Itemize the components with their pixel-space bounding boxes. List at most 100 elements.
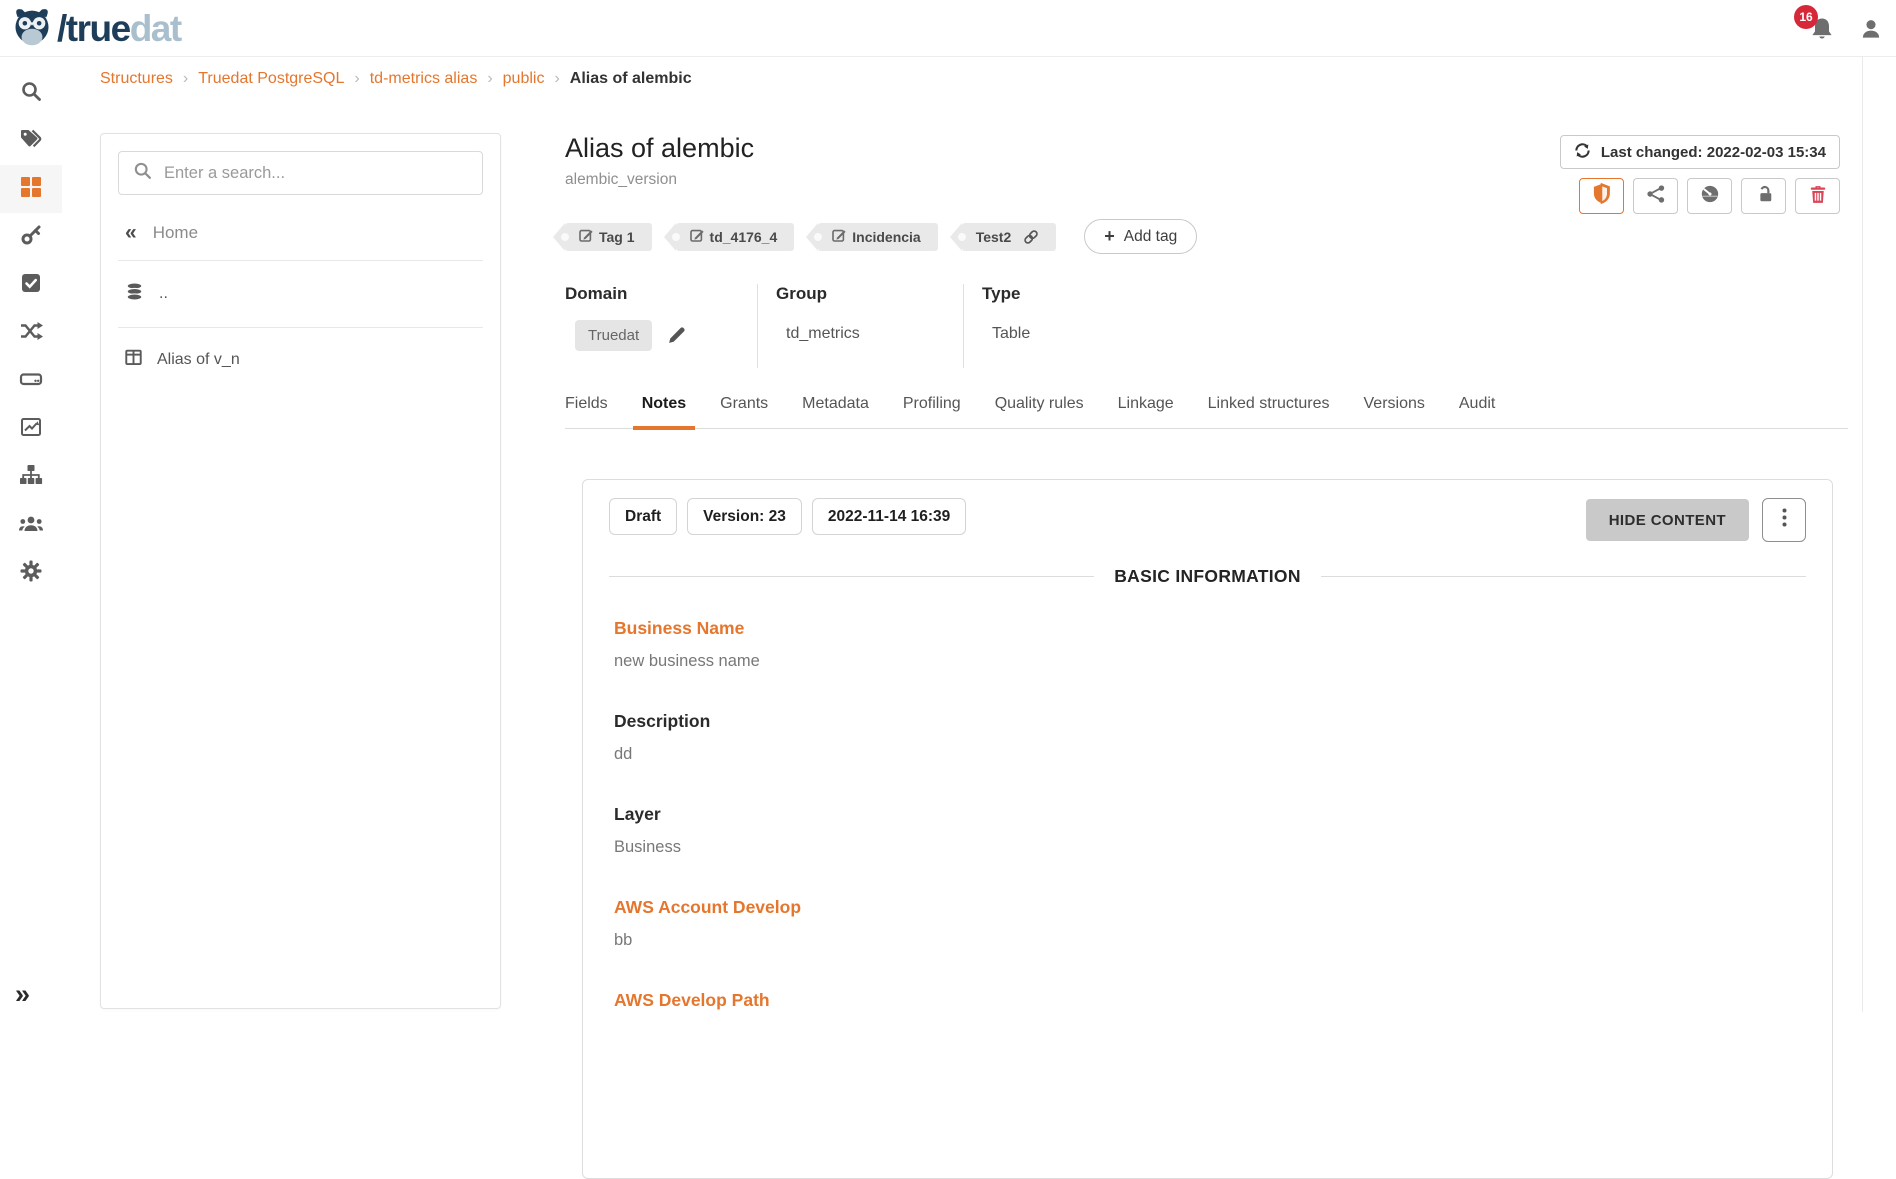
tab-quality-rules[interactable]: Quality rules: [995, 395, 1084, 428]
confidential-button[interactable]: [1579, 178, 1624, 214]
note-menu-button[interactable]: [1762, 498, 1806, 542]
add-tag-label: Add tag: [1124, 228, 1177, 246]
rail-item-settings[interactable]: [0, 549, 62, 597]
note-date-badge: 2022-11-14 16:39: [812, 498, 966, 535]
notifications-button[interactable]: 16: [1808, 14, 1836, 44]
delete-button[interactable]: [1795, 178, 1840, 214]
icon-rail: »: [0, 57, 62, 1012]
kebab-icon: [1782, 508, 1787, 532]
note-version-badge: Version: 23: [687, 498, 802, 535]
breadcrumb: Structures Truedat PostgreSQL td-metrics…: [100, 70, 692, 88]
structure-tabs: Fields Notes Grants Metadata Profiling Q…: [565, 395, 1848, 429]
expand-rail-button[interactable]: »: [15, 981, 30, 1008]
tab-linked-structures[interactable]: Linked structures: [1208, 395, 1330, 428]
owl-logo-icon: [10, 4, 54, 53]
tab-versions[interactable]: Versions: [1364, 395, 1425, 428]
group-label: Group: [776, 284, 963, 304]
share-button[interactable]: [1633, 178, 1678, 214]
tab-notes[interactable]: Notes: [642, 395, 686, 428]
unlock-icon: [1754, 184, 1774, 209]
explorer-parent-label: ..: [159, 285, 168, 303]
tag-chip[interactable]: td_4176_4: [676, 223, 795, 251]
gauge-icon: [1700, 184, 1720, 209]
note-actions: HIDE CONTENT: [1586, 498, 1806, 542]
rail-item-users[interactable]: [0, 501, 62, 549]
rail-item-tags[interactable]: [0, 117, 62, 165]
type-value: Table: [982, 325, 1183, 343]
note-field: Business Name new business name: [614, 618, 1801, 671]
breadcrumb-link-schema[interactable]: public: [503, 70, 570, 88]
refresh-icon: [1574, 142, 1591, 163]
rail-item-charts[interactable]: [0, 405, 62, 453]
tab-profiling[interactable]: Profiling: [903, 395, 961, 428]
tab-linkage[interactable]: Linkage: [1118, 395, 1174, 428]
explorer-search[interactable]: [118, 151, 483, 195]
drive-icon: [19, 368, 43, 395]
rail-item-catalog[interactable]: [0, 165, 62, 213]
search-icon: [20, 80, 42, 107]
divider: [1321, 576, 1806, 577]
page-title: Alias of alembic: [565, 133, 754, 164]
field-label: AWS Account Develop: [614, 897, 1801, 918]
dashboard-button[interactable]: [1687, 178, 1732, 214]
explorer-home-link[interactable]: « Home: [125, 221, 483, 245]
page-subtitle: alembic_version: [565, 171, 754, 189]
rail-item-shuffle[interactable]: [0, 309, 62, 357]
note-status-badge: Draft: [609, 498, 677, 535]
tab-grants[interactable]: Grants: [720, 395, 768, 428]
group-value: td_metrics: [776, 325, 963, 343]
last-changed-label: Last changed: 2022-02-03 15:34: [1601, 144, 1826, 161]
edit-icon: [832, 228, 846, 245]
rail-item-permissions[interactable]: [0, 213, 62, 261]
grid-icon: [20, 176, 42, 203]
plus-icon: +: [1104, 226, 1115, 247]
type-column: Type Table: [963, 284, 1183, 368]
tag-chip-linked[interactable]: Test2: [962, 223, 1057, 251]
tag-chip[interactable]: Tag 1: [565, 223, 652, 251]
tab-fields[interactable]: Fields: [565, 395, 608, 428]
rail-item-quality[interactable]: [0, 261, 62, 309]
truedat-logo[interactable]: /truedat: [10, 4, 181, 53]
add-tag-button[interactable]: + Add tag: [1084, 219, 1197, 254]
explorer-item[interactable]: Alias of v_n: [118, 343, 483, 377]
search-input[interactable]: [164, 164, 468, 183]
last-changed-button[interactable]: Last changed: 2022-02-03 15:34: [1560, 135, 1840, 169]
tab-metadata[interactable]: Metadata: [802, 395, 869, 428]
divider: [609, 576, 1094, 577]
tag-label: td_4176_4: [710, 229, 778, 245]
breadcrumb-link-system[interactable]: Truedat PostgreSQL: [198, 70, 369, 88]
note-fields: Business Name new business name Descript…: [609, 618, 1806, 1011]
tag-label: Tag 1: [599, 229, 635, 245]
trash-icon: [1809, 184, 1827, 209]
hide-content-button[interactable]: HIDE CONTENT: [1586, 499, 1749, 541]
divider: [118, 327, 483, 328]
domain-chip: Truedat: [575, 320, 652, 351]
structure-explorer-panel: « Home .. Alias of v_n: [100, 133, 501, 1009]
field-value: dd: [614, 745, 1801, 764]
tab-audit[interactable]: Audit: [1459, 395, 1495, 428]
field-label: Description: [614, 711, 1801, 732]
group-column: Group td_metrics: [757, 284, 963, 368]
content-right-divider: [1862, 57, 1863, 1012]
explorer-home-label: Home: [153, 223, 198, 243]
explorer-parent-item[interactable]: ..: [118, 276, 483, 312]
divider: [118, 260, 483, 261]
rail-item-lineage[interactable]: [0, 453, 62, 501]
structure-details: Domain Truedat Group td_metrics Type Tab…: [565, 284, 1183, 368]
lock-button[interactable]: [1741, 178, 1786, 214]
note-section-header: BASIC INFORMATION: [609, 566, 1806, 587]
rail-item-search[interactable]: [0, 69, 62, 117]
gear-icon: [20, 560, 42, 587]
tag-chip[interactable]: Incidencia: [818, 223, 937, 251]
field-value: bb: [614, 931, 1801, 950]
explorer-item-label: Alias of v_n: [157, 351, 240, 369]
search-icon: [133, 161, 152, 185]
rail-item-sources[interactable]: [0, 357, 62, 405]
structure-title-block: Alias of alembic alembic_version: [565, 133, 754, 189]
table-icon: [125, 349, 142, 371]
breadcrumb-link-database[interactable]: td-metrics alias: [370, 70, 503, 88]
edit-domain-button[interactable]: [667, 326, 686, 345]
tags-icon: [19, 128, 43, 155]
breadcrumb-link-structures[interactable]: Structures: [100, 70, 198, 88]
user-menu-button[interactable]: [1858, 16, 1884, 42]
